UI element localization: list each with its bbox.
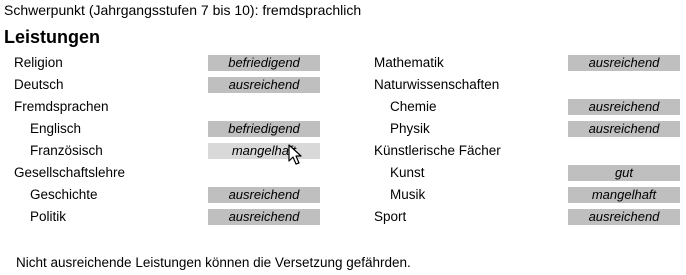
subject-label: Physik	[390, 121, 430, 136]
grade-row-sport: Sport ausreichend	[374, 206, 680, 228]
grade-row-deutsch: Deutsch ausreichend	[14, 74, 320, 96]
subject-label: Geschichte	[30, 187, 98, 202]
focus-line: Schwerpunkt (Jahrgangsstufen 7 bis 10): …	[4, 2, 361, 18]
grade-row-englisch: Englisch befriedigend	[14, 118, 320, 140]
grade-row-geschichte: Geschichte ausreichend	[14, 184, 320, 206]
promotion-warning-note: Nicht ausreichende Leistungen können die…	[16, 255, 411, 270]
grade-row-musik: Musik mangelhaft	[374, 184, 680, 206]
grade-row-chemie: Chemie ausreichend	[374, 96, 680, 118]
group-label: Künstlerische Fächer	[374, 143, 501, 158]
group-row-kuenstlerische-faecher: Künstlerische Fächer	[374, 140, 680, 162]
grade-field-physik[interactable]: ausreichend	[568, 121, 680, 137]
subject-label: Deutsch	[14, 77, 64, 92]
grade-field-englisch[interactable]: befriedigend	[208, 121, 320, 137]
grade-field-religion[interactable]: befriedigend	[208, 55, 320, 71]
focus-label: Schwerpunkt (Jahrgangsstufen 7 bis 10):	[4, 2, 259, 18]
subject-label: Chemie	[390, 99, 437, 114]
group-row-fremdsprachen: Fremdsprachen	[14, 96, 320, 118]
group-label: Fremdsprachen	[14, 99, 109, 114]
grade-field-mathematik[interactable]: ausreichend	[568, 55, 680, 71]
grade-field-sport[interactable]: ausreichend	[568, 209, 680, 225]
grade-row-franzoesisch: Französisch mangelhaft	[14, 140, 320, 162]
grade-field-chemie[interactable]: ausreichend	[568, 99, 680, 115]
group-row-naturwissenschaften: Naturwissenschaften	[374, 74, 680, 96]
grades-left-column: Religion befriedigend Deutsch ausreichen…	[14, 52, 320, 228]
grade-row-politik: Politik ausreichend	[14, 206, 320, 228]
subject-label: Politik	[30, 209, 67, 224]
grade-field-politik[interactable]: ausreichend	[208, 209, 320, 225]
section-title-leistungen: Leistungen	[4, 27, 101, 47]
grade-row-religion: Religion befriedigend	[14, 52, 320, 74]
subject-label: Musik	[390, 187, 426, 202]
group-row-gesellschaftslehre: Gesellschaftslehre	[14, 162, 320, 184]
grade-row-mathematik: Mathematik ausreichend	[374, 52, 680, 74]
subject-label: Englisch	[30, 121, 82, 136]
group-label: Gesellschaftslehre	[14, 165, 126, 180]
grade-field-geschichte[interactable]: ausreichend	[208, 187, 320, 203]
subject-label: Mathematik	[374, 55, 444, 70]
grade-field-musik[interactable]: mangelhaft	[568, 187, 680, 203]
grade-field-deutsch[interactable]: ausreichend	[208, 77, 320, 93]
subject-label: Kunst	[390, 165, 425, 180]
subject-label: Religion	[14, 55, 63, 70]
grade-row-kunst: Kunst gut	[374, 162, 680, 184]
grades-right-column: Mathematik ausreichend Naturwissenschaft…	[374, 52, 680, 228]
group-label: Naturwissenschaften	[374, 77, 500, 92]
grade-field-kunst[interactable]: gut	[568, 165, 680, 181]
mouse-pointer-icon	[288, 144, 302, 165]
subject-label: Sport	[374, 209, 407, 224]
subject-label: Französisch	[30, 143, 103, 158]
grade-row-physik: Physik ausreichend	[374, 118, 680, 140]
focus-value: fremdsprachlich	[262, 2, 362, 18]
